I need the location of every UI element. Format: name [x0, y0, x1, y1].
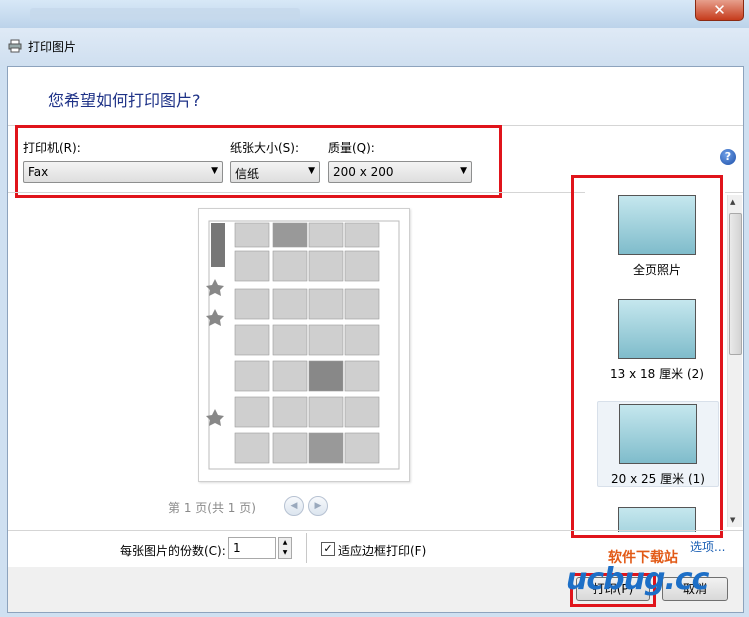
copies-label: 每张图片的份数(C): [120, 544, 226, 558]
prev-page-button[interactable]: ◀ [284, 496, 304, 516]
print-dialog: 您希望如何打印图片? 打印机(R): Fax ▼ 纸张大小(S): 信纸 ▼ 质… [7, 66, 744, 613]
spin-down-icon[interactable]: ▼ [279, 548, 291, 558]
app-header: 打印图片 [0, 28, 749, 66]
window-titlebar: ✕ [0, 0, 749, 28]
layout-scrollbar[interactable]: ▲ ▼ [727, 195, 742, 527]
copies-value: 1 [233, 541, 241, 555]
next-page-button[interactable]: ▶ [308, 496, 328, 516]
copies-stepper[interactable]: ▲ ▼ [278, 537, 292, 559]
help-icon[interactable]: ? [720, 149, 736, 165]
print-preview [198, 208, 410, 482]
copies-input[interactable]: 1 [228, 537, 276, 559]
fit-to-frame-checkbox[interactable]: ✓ [321, 542, 335, 556]
chevron-left-icon: ◀ [290, 501, 298, 511]
scroll-down-icon[interactable]: ▼ [730, 516, 735, 524]
blurred-window-title [30, 8, 300, 20]
scroll-thumb[interactable] [729, 213, 742, 355]
page-indicator: 第 1 页(共 1 页) [168, 501, 256, 515]
fit-to-frame-label: 适应边框打印(F) [338, 544, 427, 558]
window-title: 打印图片 [28, 40, 77, 54]
divider [306, 533, 307, 563]
close-button[interactable]: ✕ [695, 0, 744, 21]
close-icon: ✕ [713, 1, 726, 19]
scroll-up-icon[interactable]: ▲ [730, 198, 735, 206]
printer-icon [8, 39, 22, 53]
watermark-logo: ucbug.cc [566, 562, 709, 597]
spin-up-icon[interactable]: ▲ [279, 538, 291, 548]
highlight-box-layouts [571, 175, 723, 538]
chevron-right-icon: ▶ [314, 501, 322, 511]
highlight-box-settings [15, 125, 502, 198]
checkmark-icon: ✓ [323, 542, 333, 555]
options-link[interactable]: 选项... [690, 538, 725, 555]
page-title: 您希望如何打印图片? [48, 91, 201, 110]
divider [8, 530, 743, 531]
preview-image [206, 220, 400, 470]
